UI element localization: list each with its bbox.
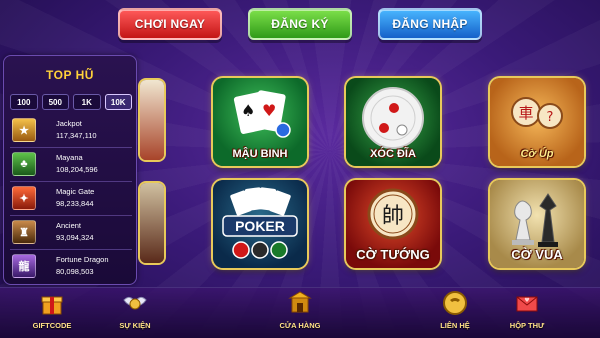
divider xyxy=(10,181,132,182)
divider xyxy=(10,249,132,250)
jackpot-item-name: Ancient xyxy=(56,221,82,230)
giftcode-label: GIFTCODE xyxy=(32,321,72,330)
jackpot-item-amount: 108,204,596 xyxy=(56,165,98,174)
chess-char-soai: 帥 xyxy=(382,204,404,229)
poker-icon: POKER xyxy=(222,187,298,259)
jackpot-list-item[interactable]: 龍 Fortune Dragon 80,098,503 xyxy=(10,254,134,282)
jackpot-panel-title: TOP HŨ xyxy=(46,68,94,82)
shop-label: CỬA HÀNG xyxy=(279,321,321,330)
jackpot-item-name: Fortune Dragon xyxy=(56,255,109,264)
denomination-tab-100[interactable]: 100 xyxy=(10,94,38,110)
jackpot-icon: ★ xyxy=(12,118,36,142)
denomination-tab-1k[interactable]: 1K xyxy=(73,94,101,110)
game-tile-label: XÓC ĐĨA xyxy=(370,148,416,160)
register-button[interactable]: ĐĂNG KÝ xyxy=(248,8,352,40)
game-tile-label: CỜ TƯỚNG xyxy=(356,247,430,262)
gift-box-icon xyxy=(39,290,65,316)
contact-coin-icon xyxy=(442,290,468,316)
svg-text:♠: ♠ xyxy=(241,101,255,120)
mailbox-button[interactable]: HỘP THƯ xyxy=(492,290,562,336)
partial-game-tile[interactable] xyxy=(140,183,164,263)
mayana-icon: ♣ xyxy=(12,152,36,176)
giftcode-button[interactable]: GIFTCODE xyxy=(17,290,87,336)
mailbox-label: HỘP THƯ xyxy=(509,321,545,330)
game-tile-label: MẬU BINH xyxy=(232,148,288,160)
chess-char-xe: 車 xyxy=(518,104,533,122)
game-tile-co-up[interactable]: 車 ? Cờ Úp xyxy=(490,78,584,166)
login-button[interactable]: ĐĂNG NHẬP xyxy=(378,8,482,40)
contact-label: LIÊN HỆ xyxy=(440,321,470,330)
denomination-tab-500[interactable]: 500 xyxy=(41,94,69,110)
denomination-tab-10k[interactable]: 10K xyxy=(104,94,132,110)
partial-game-tile[interactable] xyxy=(140,80,164,160)
events-button[interactable]: SỰ KIỆN xyxy=(100,290,170,336)
jackpot-list-item[interactable]: ♜ Ancient 93,094,324 xyxy=(10,220,134,248)
svg-text:♥: ♥ xyxy=(262,101,276,120)
divider xyxy=(10,147,132,148)
shop-icon xyxy=(287,290,313,316)
jackpot-list-item[interactable]: ♣ Mayana 108,204,596 xyxy=(10,152,134,180)
winged-badge-icon xyxy=(122,290,148,316)
jackpot-panel: TOP HŨ 100 500 1K 10K ★ Jackpot 117,347,… xyxy=(3,55,137,285)
magic-gate-icon: ✦ xyxy=(12,186,36,210)
jackpot-item-name: Magic Gate xyxy=(56,187,95,196)
mail-heart-icon xyxy=(514,290,540,316)
jackpot-item-amount: 117,347,110 xyxy=(56,131,97,140)
denomination-tabs: 100 500 1K 10K xyxy=(10,94,132,110)
ancient-icon: ♜ xyxy=(12,220,36,244)
jackpot-item-name: Jackpot xyxy=(56,119,82,128)
game-tile-xoc-dia[interactable]: XÓC ĐĨA xyxy=(346,78,440,166)
top-bar: CHƠI NGAY ĐĂNG KÝ ĐĂNG NHẬP xyxy=(0,0,600,45)
jackpot-item-amount: 98,233,844 xyxy=(56,199,94,208)
jackpot-list-item[interactable]: ✦ Magic Gate 98,233,844 xyxy=(10,186,134,214)
game-tile-mau-binh[interactable]: ♠ ♥ MẬU BINH xyxy=(213,78,307,166)
contact-button[interactable]: LIÊN HỆ xyxy=(420,290,490,336)
game-tile-label: Cờ Úp xyxy=(520,148,554,160)
poker-logo-text: POKER xyxy=(235,218,285,234)
events-label: SỰ KIỆN xyxy=(119,321,151,330)
game-tile-co-vua[interactable]: CỜ VUA xyxy=(490,180,584,268)
jackpot-list-item[interactable]: ★ Jackpot 117,347,110 xyxy=(10,118,134,146)
shop-button[interactable]: CỬA HÀNG xyxy=(265,290,335,336)
game-tile-poker[interactable]: POKER xyxy=(213,180,307,268)
play-now-button[interactable]: CHƠI NGAY xyxy=(118,8,222,40)
game-tile-label: CỜ VUA xyxy=(511,247,563,262)
game-tile-co-tuong[interactable]: 帥 CỜ TƯỚNG xyxy=(346,180,440,268)
jackpot-item-amount: 93,094,324 xyxy=(56,233,94,242)
divider xyxy=(10,215,132,216)
question-mark: ? xyxy=(547,110,554,125)
jackpot-item-amount: 80,098,503 xyxy=(56,267,94,276)
dragon-icon: 龍 xyxy=(12,254,36,278)
jackpot-item-name: Mayana xyxy=(56,153,83,162)
